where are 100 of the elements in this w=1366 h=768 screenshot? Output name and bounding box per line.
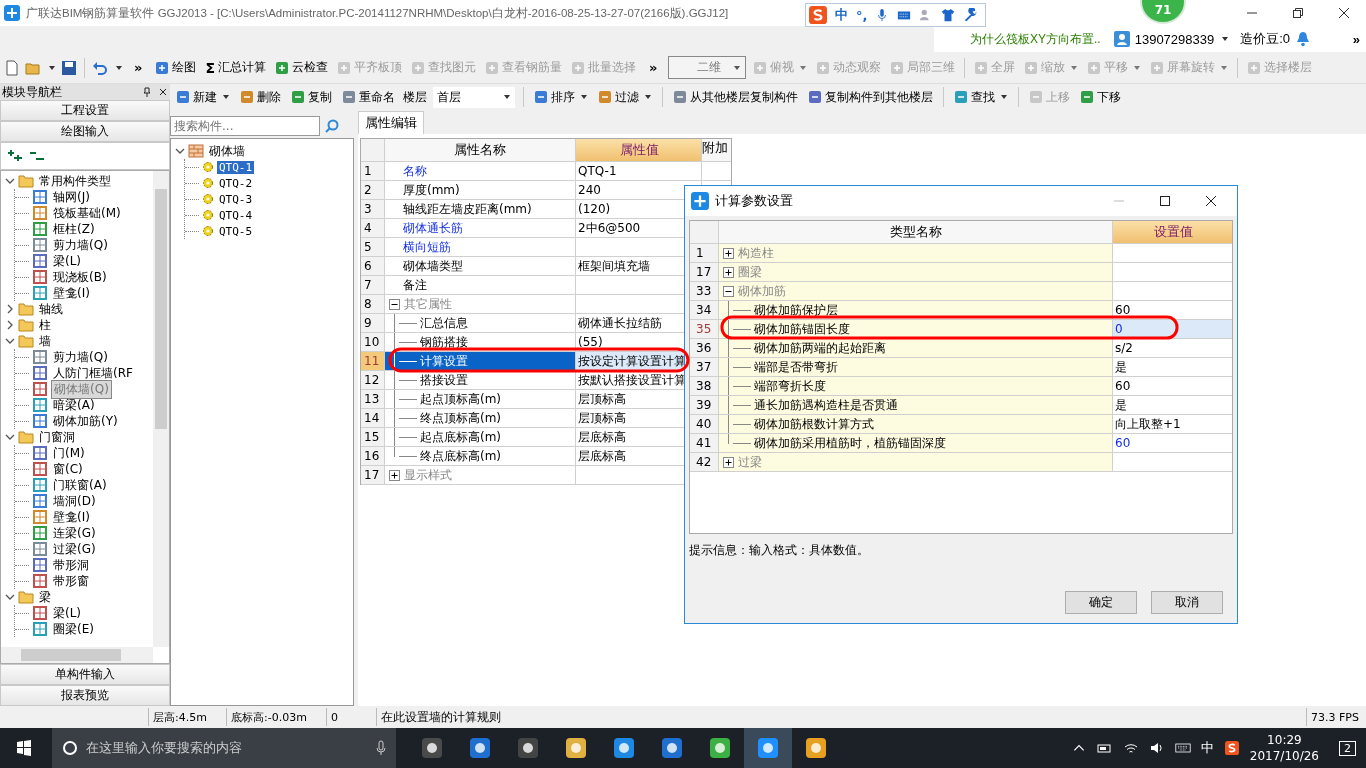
expander-icon[interactable] [723,285,734,297]
tree-item[interactable]: 梁(L) [51,252,84,270]
new-file-icon[interactable] [4,59,20,76]
clock-date[interactable]: 2017/10/26 [1249,748,1319,764]
windows-start-icon[interactable] [16,740,32,756]
clock-time[interactable]: 10:29 [1267,732,1302,748]
toolbar-button[interactable]: 复制构件到其他楼层 [806,86,935,108]
setting-value[interactable]: 0 [1115,322,1123,336]
toolbar-button[interactable]: 查找 [952,86,1010,108]
nav-section-button[interactable]: 绘图输入 [0,121,170,142]
caret-icon[interactable] [222,93,230,101]
component-item[interactable]: QTQ-2 [217,176,255,190]
setting-value[interactable]: 是 [1115,396,1127,414]
tree-item[interactable]: 门窗洞 [37,428,77,446]
caret-icon[interactable] [1000,93,1008,101]
notification-count[interactable]: 2 [1339,740,1356,756]
tree-item[interactable]: 墙洞(D) [51,492,98,510]
expander-icon[interactable] [723,456,734,468]
toolbar-button[interactable]: 云检查 [273,57,330,78]
expander-icon[interactable] [5,304,15,314]
property-value[interactable]: QTQ-1 [578,164,617,178]
component-item[interactable]: QTQ-3 [217,192,255,206]
expander-icon[interactable] [175,146,185,156]
tree-item[interactable]: 常用构件类型 [37,173,113,190]
toolbar-button[interactable]: 从其他楼层复制构件 [671,86,800,108]
setting-value[interactable]: s/2 [1115,341,1133,355]
component-item[interactable]: QTQ-4 [217,208,255,222]
expand-all-icon[interactable] [7,148,23,164]
user-icon[interactable] [1113,31,1130,47]
property-value[interactable]: 层底标高 [578,447,626,465]
tree-item[interactable]: 门联窗(A) [51,476,109,494]
tree-item[interactable]: 砌体加筋(Y) [51,412,120,430]
tree-item[interactable]: 剪力墙(Q) [51,236,110,254]
taskbar-search-field[interactable]: 在这里输入你要搜索的内容 [52,728,396,768]
tree-item[interactable]: 带形洞 [51,556,91,574]
wifi-icon[interactable] [1122,741,1139,755]
property-value[interactable]: 砌体通长拉结筋 [578,314,662,332]
expander-icon[interactable] [5,432,15,442]
tree-item[interactable]: 梁 [37,588,53,606]
close-icon[interactable] [1338,7,1350,19]
toolbar-button[interactable]: 复制 [289,86,334,108]
maximize-icon[interactable] [1159,195,1171,207]
expander-icon[interactable] [5,176,15,186]
search-icon[interactable] [324,118,340,134]
property-value[interactable]: 按默认搭接设置计算 [578,371,686,389]
toolbar-button[interactable]: 下移 [1078,86,1123,108]
news-link[interactable]: 为什么筏板XY方向布置.. [970,30,1101,48]
expander-icon[interactable] [723,266,734,278]
floor-select[interactable]: 首层 [433,86,515,108]
tree-item[interactable]: 圈梁(E) [51,620,96,638]
input-method-indicator[interactable]: 中 [1200,739,1214,757]
search-field[interactable]: 搜索构件... [170,116,320,136]
microphone-icon[interactable] [376,740,386,756]
bell-icon[interactable] [1295,31,1312,47]
ok-button[interactable]: 确定 [1065,591,1137,614]
tree-item[interactable]: 人防门框墙(RF [51,364,135,382]
ime-punctuation[interactable]: °, [856,7,868,23]
tree-item[interactable]: 筏板基础(M) [51,204,123,222]
tree-item[interactable]: 轴网(J) [51,188,92,206]
taskbar-app-icon[interactable] [744,728,792,768]
tab[interactable]: 属性编辑 [358,111,424,134]
tree-item[interactable]: 梁(L) [51,604,84,622]
expander-icon[interactable] [5,592,15,602]
property-value[interactable]: 层顶标高 [578,409,626,427]
caret-icon[interactable] [733,63,742,72]
save-icon[interactable] [61,59,77,76]
tree-item[interactable]: 暗梁(A) [51,396,97,414]
property-value[interactable]: (55) [578,335,603,349]
sogou-icon[interactable] [1223,741,1240,755]
toolbar-button[interactable]: 重命名 [340,86,397,108]
expander-icon[interactable] [389,298,400,310]
caret-icon[interactable] [1221,35,1230,43]
setting-value[interactable]: 向上取整+1 [1115,415,1181,433]
tree-item[interactable]: 砌体墙 [207,142,247,160]
toolbar-button[interactable]: 排序 [532,86,590,108]
tree-item[interactable]: 过梁(G) [51,540,98,558]
expander-icon[interactable] [5,336,15,346]
tree-item[interactable]: 轴线 [37,300,65,318]
scrollbar[interactable] [153,171,169,647]
caret-icon[interactable] [644,93,652,101]
setting-value[interactable]: 60 [1115,436,1131,450]
pin-icon[interactable] [142,87,152,97]
property-value[interactable]: 2中6@500 [578,219,641,237]
tree-item[interactable]: 门(M) [51,444,87,462]
toolbar-overflow[interactable]: » [128,60,149,75]
nav-section-button[interactable]: 单构件输入 [0,664,170,685]
tree-item[interactable]: 壁龛(I) [51,284,92,302]
property-value[interactable]: (120) [578,202,611,216]
toolbar-button[interactable]: 新建 [174,86,232,108]
property-value[interactable]: 层顶标高 [578,390,626,408]
setting-value[interactable]: 60 [1115,303,1131,317]
property-value[interactable]: 240 [578,183,601,197]
property-value[interactable]: 层底标高 [578,428,626,446]
expander-icon[interactable] [723,247,734,259]
tree-item[interactable]: 墙 [37,332,53,350]
battery-icon[interactable] [1096,741,1113,755]
restore-icon[interactable] [1292,7,1304,19]
keyboard-icon[interactable] [1174,741,1191,755]
cortana-icon[interactable] [62,740,78,756]
tree-item[interactable]: 窗(C) [51,460,85,478]
